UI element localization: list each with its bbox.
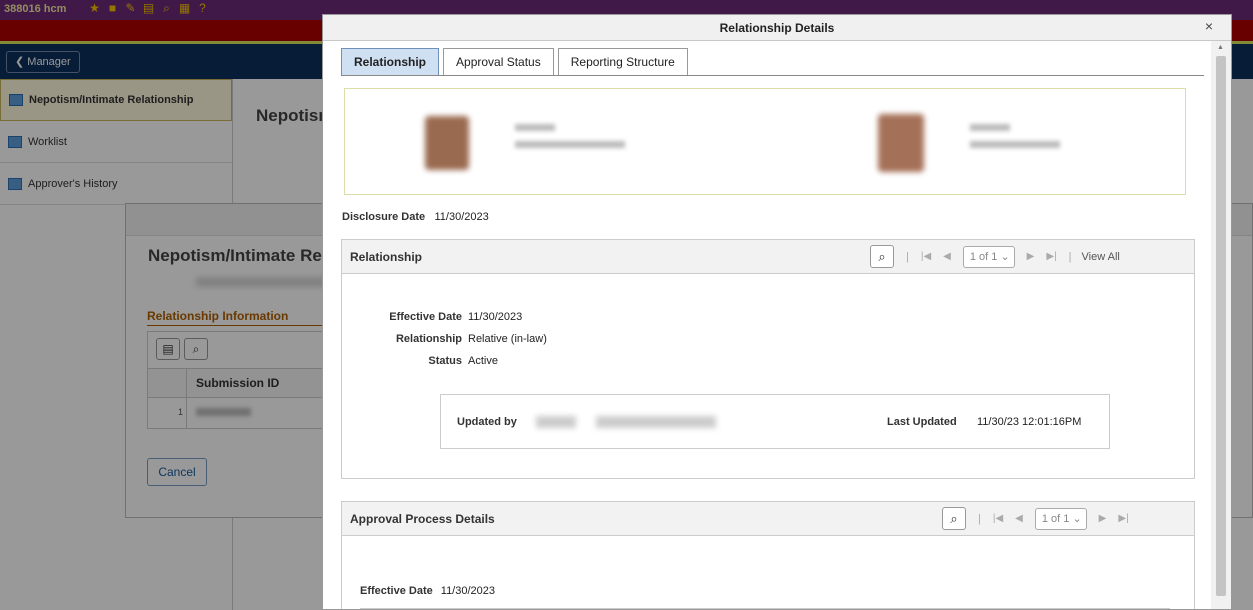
page-select-value: 1 of 1 (1041, 512, 1070, 525)
redacted-name (970, 124, 1010, 131)
employee-photos-panel (344, 88, 1186, 195)
redacted-name (515, 124, 555, 131)
status-row: Status Active (362, 355, 498, 367)
previous-page-icon[interactable]: ◀ (943, 251, 951, 262)
employee-photo (425, 116, 469, 170)
pager-controls: ⌕ | |◀ ◀ 1 of 1 ⌄ ▶ ▶| (942, 507, 1135, 530)
first-page-icon[interactable]: |◀ (993, 513, 1003, 524)
page-select[interactable]: 1 of 1 ⌄ (962, 245, 1015, 268)
relationship-details-modal: Relationship Details × ▲ Relationship Ap… (322, 14, 1232, 610)
effective-date-label: Effective Date (360, 585, 433, 597)
audit-info-box: Updated by Last Updated 11/30/23 12:01:1… (440, 394, 1110, 449)
section-header: Approval Process Details ⌕ | |◀ ◀ 1 of 1… (342, 502, 1194, 536)
status-value: Active (468, 355, 498, 367)
disclosure-date-value: 11/30/2023 (434, 211, 489, 223)
modal-header: Relationship Details × (323, 15, 1231, 41)
redacted-title (515, 141, 625, 148)
section-header: Relationship ⌕ | |◀ ◀ 1 of 1 ⌄ ▶ ▶| | Vi… (342, 240, 1194, 274)
tab-relationship[interactable]: Relationship (341, 48, 440, 76)
tab-bar: Relationship Approval Status Reporting S… (341, 48, 688, 76)
section-title: Relationship (350, 250, 423, 264)
last-updated-label: Last Updated (887, 416, 957, 428)
relationship-section: Relationship ⌕ | |◀ ◀ 1 of 1 ⌄ ▶ ▶| | Vi… (341, 239, 1195, 479)
pager-controls: ⌕ | |◀ ◀ 1 of 1 ⌄ ▶ ▶| | View All (870, 245, 1120, 268)
last-page-icon[interactable]: ▶| (1046, 251, 1056, 262)
approval-effective-date-row: Effective Date 11/30/2023 (360, 585, 495, 597)
modal-title: Relationship Details (719, 21, 835, 35)
pager-separator: | (978, 512, 981, 525)
disclosure-date-row: Disclosure Date 11/30/2023 (342, 209, 489, 223)
redacted-title (970, 141, 1060, 148)
scroll-up-icon[interactable]: ▲ (1217, 44, 1224, 51)
scrollbar-thumb[interactable] (1216, 56, 1226, 596)
disclosure-date-label: Disclosure Date (342, 211, 426, 223)
relationship-label: Relationship (395, 333, 462, 345)
status-label: Status (428, 355, 462, 367)
section-title: Approval Process Details (350, 512, 495, 526)
previous-page-icon[interactable]: ◀ (1015, 513, 1023, 524)
updated-by-label: Updated by (457, 416, 517, 428)
next-page-icon[interactable]: ▶ (1027, 251, 1035, 262)
view-all-link[interactable]: View All (1082, 251, 1120, 263)
tab-approval-status[interactable]: Approval Status (443, 48, 554, 76)
search-icon[interactable]: ⌕ (870, 245, 894, 268)
row-divider (360, 608, 1170, 609)
last-page-icon[interactable]: ▶| (1118, 513, 1128, 524)
pager-separator: | (906, 250, 909, 263)
page-select[interactable]: 1 of 1 ⌄ (1034, 507, 1087, 530)
pager-separator: | (1068, 250, 1072, 263)
effective-date-value: 11/30/2023 (440, 585, 496, 597)
redacted-user-name (596, 416, 716, 428)
tab-underline (341, 75, 1204, 76)
tab-reporting-structure[interactable]: Reporting Structure (557, 48, 688, 76)
last-updated-value: 11/30/23 12:01:16PM (977, 416, 1082, 428)
close-icon[interactable]: × (1205, 18, 1213, 34)
related-person-photo (878, 114, 924, 172)
redacted-user-id (536, 416, 576, 428)
first-page-icon[interactable]: |◀ (921, 251, 931, 262)
relationship-value: Relative (in-law) (468, 333, 547, 345)
effective-date-value: 11/30/2023 (468, 311, 523, 323)
modal-scrollbar[interactable]: ▲ (1211, 41, 1231, 609)
effective-date-label: Effective Date (389, 311, 462, 323)
approval-process-section: Approval Process Details ⌕ | |◀ ◀ 1 of 1… (341, 501, 1195, 609)
relationship-row: Relationship Relative (in-law) (362, 333, 547, 345)
search-icon[interactable]: ⌕ (942, 507, 966, 530)
effective-date-row: Effective Date 11/30/2023 (362, 311, 522, 323)
page-select-value: 1 of 1 (969, 250, 998, 263)
next-page-icon[interactable]: ▶ (1099, 513, 1107, 524)
